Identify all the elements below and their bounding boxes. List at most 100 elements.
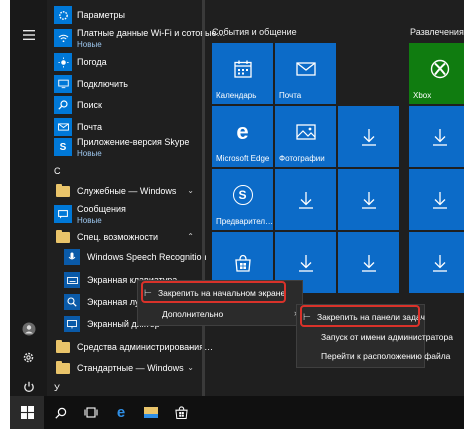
edge-icon: e — [236, 119, 249, 144]
chevron-down-icon: ⌄ — [187, 342, 194, 351]
app-item-speech-recognition[interactable]: Windows Speech Recognition — [50, 246, 207, 270]
app-label: Погода — [77, 57, 107, 67]
search-icon — [54, 96, 72, 114]
app-list: Параметры Платные данные Wi-Fi и сотовые… — [50, 0, 225, 396]
app-label: Служебные — Windows — [77, 186, 177, 196]
menu-item-label: Дополнительно — [162, 309, 224, 319]
chevron-down-icon: ⌄ — [187, 186, 194, 195]
search-icon — [55, 407, 67, 419]
keyboard-icon — [64, 272, 80, 288]
menu-item-more[interactable]: Дополнительно › — [138, 304, 302, 324]
task-view-icon — [84, 407, 98, 418]
download-icon — [409, 169, 464, 230]
skype-icon: S — [212, 183, 273, 207]
tile-edge[interactable]: e Microsoft Edge — [212, 106, 273, 167]
folder-icon — [54, 338, 72, 356]
microphone-icon — [64, 249, 80, 265]
app-label: Поиск — [77, 100, 102, 110]
tile-label: Предварител… — [216, 217, 274, 226]
download-icon — [409, 232, 464, 293]
mail-icon — [54, 118, 72, 136]
tile-label: Почта — [279, 91, 302, 100]
highlight-pin-to-taskbar — [300, 305, 420, 327]
menu-item-open-file-location[interactable]: Перейти к расположению файла — [297, 346, 450, 366]
tile-download-4[interactable] — [338, 169, 399, 230]
tile-download-8[interactable] — [409, 232, 464, 293]
app-label: Приложение-версия Skype — [77, 137, 190, 147]
xbox-icon — [409, 57, 464, 81]
tile-xbox[interactable]: Xbox — [409, 43, 464, 104]
download-icon — [338, 232, 399, 293]
app-item-windows-accessories[interactable]: Стандартные — Windows ⌄ — [50, 357, 200, 381]
message-icon — [54, 205, 72, 223]
app-item-messaging[interactable]: Сообщения Новые — [50, 203, 200, 227]
tile-label: Xbox — [413, 91, 432, 100]
power-icon[interactable] — [18, 376, 39, 396]
highlight-pin-to-start — [141, 281, 286, 303]
wifi-icon — [54, 29, 72, 47]
new-badge: Новые — [77, 149, 102, 158]
store-icon — [174, 406, 188, 419]
tile-skype-preview[interactable]: S Предварител… — [212, 169, 273, 230]
tile-download-3[interactable] — [275, 169, 336, 230]
menu-item-run-as-admin[interactable]: Запуск от имени администратора — [297, 327, 453, 347]
task-view-button[interactable] — [74, 396, 108, 429]
photos-icon — [275, 120, 336, 144]
tile-download-7[interactable] — [338, 232, 399, 293]
windows-logo-icon — [20, 406, 34, 419]
app-item-skype-preview[interactable]: S Приложение-версия Skype Новые — [50, 136, 200, 160]
tile-download-2[interactable] — [409, 106, 464, 167]
folder-icon — [54, 182, 72, 200]
app-label: Спец. возможности — [77, 232, 158, 242]
folder-icon — [144, 407, 158, 418]
app-label: Стандартные — Windows — [77, 363, 184, 373]
chevron-down-icon: ⌄ — [187, 363, 194, 372]
app-label: Почта — [77, 122, 102, 132]
group-title-entertainment[interactable]: Развлечения и — [410, 27, 464, 37]
taskbar-store-button[interactable] — [164, 396, 198, 429]
screenshot-stage: Параметры Платные данные Wi-Fi и сотовые… — [0, 0, 474, 439]
user-account-icon[interactable] — [18, 318, 39, 339]
download-icon — [338, 169, 399, 230]
download-icon — [409, 106, 464, 167]
taskbar-edge-button[interactable]: e — [104, 396, 138, 429]
calendar-icon — [212, 57, 273, 81]
settings-gear-icon[interactable] — [18, 347, 39, 368]
taskbar: e — [10, 396, 464, 429]
app-item-search[interactable]: Поиск — [50, 94, 200, 118]
taskbar-explorer-button[interactable] — [134, 396, 168, 429]
letter-header-u[interactable]: У — [54, 383, 60, 393]
tile-download-1[interactable] — [338, 106, 399, 167]
narrator-icon — [64, 316, 80, 332]
app-label: Параметры — [77, 10, 125, 20]
app-label: Windows Speech Recognition — [87, 252, 207, 262]
app-item-weather[interactable]: Погода — [50, 51, 200, 75]
app-item-paid-wifi[interactable]: Платные данные Wi-Fi и сотовые… Новые — [50, 27, 225, 51]
download-icon — [338, 106, 399, 167]
app-item-settings[interactable]: Параметры — [50, 4, 200, 28]
chevron-up-icon: ⌃ — [187, 232, 194, 241]
tile-photos[interactable]: Фотографии — [275, 106, 336, 167]
new-badge: Новые — [77, 40, 102, 49]
tile-label: Microsoft Edge — [216, 154, 270, 163]
tile-mail[interactable]: Почта — [275, 43, 336, 104]
start-button[interactable] — [10, 396, 44, 429]
tile-download-5[interactable] — [409, 169, 464, 230]
tile-calendar[interactable]: Календарь — [212, 43, 273, 104]
tile-label: Календарь — [216, 91, 257, 100]
hamburger-menu-icon[interactable] — [18, 24, 39, 45]
app-label: Сообщения — [77, 204, 126, 214]
sun-icon — [54, 53, 72, 71]
new-badge: Новые — [77, 216, 102, 225]
cast-icon — [54, 75, 72, 93]
folder-icon — [54, 359, 72, 377]
menu-item-label: Запуск от имени администратора — [321, 332, 453, 342]
group-title-events[interactable]: События и общение — [212, 27, 297, 37]
app-item-windows-system[interactable]: Служебные — Windows ⌄ — [50, 180, 200, 204]
download-icon — [275, 169, 336, 230]
letter-header-s[interactable]: С — [54, 166, 61, 176]
folder-icon — [54, 228, 72, 246]
skype-icon: S — [54, 138, 72, 156]
mail-icon — [275, 57, 336, 81]
taskbar-search-button[interactable] — [44, 396, 78, 429]
